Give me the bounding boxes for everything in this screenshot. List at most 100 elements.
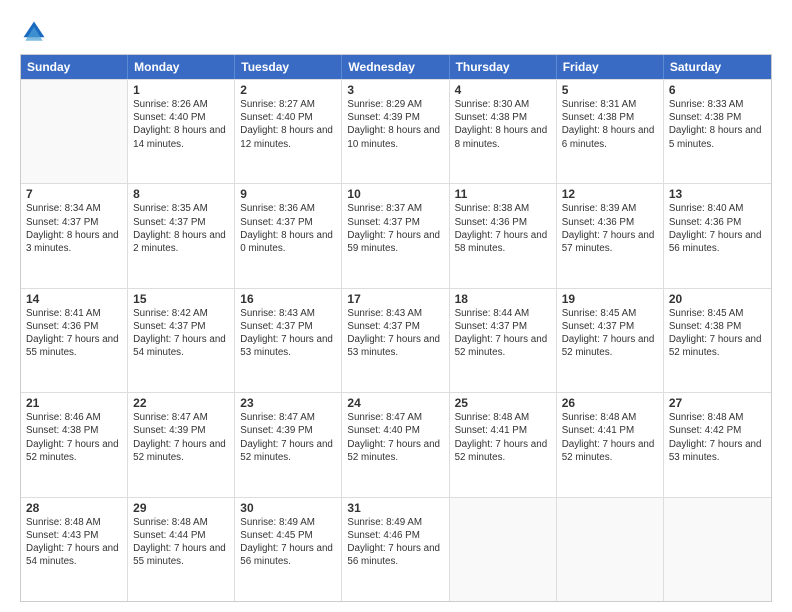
day-number: 16 [240, 292, 336, 306]
day-number: 23 [240, 396, 336, 410]
day-number: 30 [240, 501, 336, 515]
cal-cell: 8Sunrise: 8:35 AM Sunset: 4:37 PM Daylig… [128, 184, 235, 287]
cal-cell: 19Sunrise: 8:45 AM Sunset: 4:37 PM Dayli… [557, 289, 664, 392]
day-number: 13 [669, 187, 766, 201]
cal-cell: 26Sunrise: 8:48 AM Sunset: 4:41 PM Dayli… [557, 393, 664, 496]
cell-details: Sunrise: 8:33 AM Sunset: 4:38 PM Dayligh… [669, 98, 766, 151]
cell-details: Sunrise: 8:48 AM Sunset: 4:42 PM Dayligh… [669, 411, 766, 464]
cal-cell: 4Sunrise: 8:30 AM Sunset: 4:38 PM Daylig… [450, 80, 557, 183]
day-number: 14 [26, 292, 122, 306]
col-header-sunday: Sunday [21, 55, 128, 79]
cal-cell: 22Sunrise: 8:47 AM Sunset: 4:39 PM Dayli… [128, 393, 235, 496]
day-number: 25 [455, 396, 551, 410]
cal-cell: 31Sunrise: 8:49 AM Sunset: 4:46 PM Dayli… [342, 498, 449, 601]
week-row-3: 21Sunrise: 8:46 AM Sunset: 4:38 PM Dayli… [21, 392, 771, 496]
day-number: 21 [26, 396, 122, 410]
cell-details: Sunrise: 8:45 AM Sunset: 4:37 PM Dayligh… [562, 307, 658, 360]
week-row-0: 1Sunrise: 8:26 AM Sunset: 4:40 PM Daylig… [21, 79, 771, 183]
day-number: 12 [562, 187, 658, 201]
cell-details: Sunrise: 8:34 AM Sunset: 4:37 PM Dayligh… [26, 202, 122, 255]
day-number: 31 [347, 501, 443, 515]
cell-details: Sunrise: 8:39 AM Sunset: 4:36 PM Dayligh… [562, 202, 658, 255]
cell-details: Sunrise: 8:48 AM Sunset: 4:44 PM Dayligh… [133, 516, 229, 569]
col-header-thursday: Thursday [450, 55, 557, 79]
cal-cell: 14Sunrise: 8:41 AM Sunset: 4:36 PM Dayli… [21, 289, 128, 392]
day-number: 2 [240, 83, 336, 97]
col-header-saturday: Saturday [664, 55, 771, 79]
cal-cell: 24Sunrise: 8:47 AM Sunset: 4:40 PM Dayli… [342, 393, 449, 496]
day-number: 22 [133, 396, 229, 410]
cell-details: Sunrise: 8:48 AM Sunset: 4:41 PM Dayligh… [562, 411, 658, 464]
cal-cell: 17Sunrise: 8:43 AM Sunset: 4:37 PM Dayli… [342, 289, 449, 392]
page: SundayMondayTuesdayWednesdayThursdayFrid… [0, 0, 792, 612]
day-number: 7 [26, 187, 122, 201]
day-number: 26 [562, 396, 658, 410]
cell-details: Sunrise: 8:31 AM Sunset: 4:38 PM Dayligh… [562, 98, 658, 151]
cal-cell: 3Sunrise: 8:29 AM Sunset: 4:39 PM Daylig… [342, 80, 449, 183]
cell-details: Sunrise: 8:42 AM Sunset: 4:37 PM Dayligh… [133, 307, 229, 360]
cal-cell: 16Sunrise: 8:43 AM Sunset: 4:37 PM Dayli… [235, 289, 342, 392]
calendar-body: 1Sunrise: 8:26 AM Sunset: 4:40 PM Daylig… [21, 79, 771, 601]
day-number: 5 [562, 83, 658, 97]
header [20, 18, 772, 46]
col-header-tuesday: Tuesday [235, 55, 342, 79]
calendar-header-row: SundayMondayTuesdayWednesdayThursdayFrid… [21, 55, 771, 79]
week-row-1: 7Sunrise: 8:34 AM Sunset: 4:37 PM Daylig… [21, 183, 771, 287]
day-number: 3 [347, 83, 443, 97]
cal-cell: 7Sunrise: 8:34 AM Sunset: 4:37 PM Daylig… [21, 184, 128, 287]
logo [20, 18, 52, 46]
day-number: 18 [455, 292, 551, 306]
week-row-2: 14Sunrise: 8:41 AM Sunset: 4:36 PM Dayli… [21, 288, 771, 392]
cal-cell: 20Sunrise: 8:45 AM Sunset: 4:38 PM Dayli… [664, 289, 771, 392]
cell-details: Sunrise: 8:43 AM Sunset: 4:37 PM Dayligh… [347, 307, 443, 360]
cell-details: Sunrise: 8:48 AM Sunset: 4:43 PM Dayligh… [26, 516, 122, 569]
cell-details: Sunrise: 8:47 AM Sunset: 4:39 PM Dayligh… [240, 411, 336, 464]
cell-details: Sunrise: 8:46 AM Sunset: 4:38 PM Dayligh… [26, 411, 122, 464]
day-number: 11 [455, 187, 551, 201]
day-number: 17 [347, 292, 443, 306]
cell-details: Sunrise: 8:48 AM Sunset: 4:41 PM Dayligh… [455, 411, 551, 464]
cal-cell [21, 80, 128, 183]
cell-details: Sunrise: 8:35 AM Sunset: 4:37 PM Dayligh… [133, 202, 229, 255]
day-number: 27 [669, 396, 766, 410]
cell-details: Sunrise: 8:49 AM Sunset: 4:46 PM Dayligh… [347, 516, 443, 569]
cal-cell: 1Sunrise: 8:26 AM Sunset: 4:40 PM Daylig… [128, 80, 235, 183]
day-number: 15 [133, 292, 229, 306]
cell-details: Sunrise: 8:40 AM Sunset: 4:36 PM Dayligh… [669, 202, 766, 255]
day-number: 29 [133, 501, 229, 515]
cell-details: Sunrise: 8:45 AM Sunset: 4:38 PM Dayligh… [669, 307, 766, 360]
cal-cell [664, 498, 771, 601]
cal-cell: 18Sunrise: 8:44 AM Sunset: 4:37 PM Dayli… [450, 289, 557, 392]
cell-details: Sunrise: 8:29 AM Sunset: 4:39 PM Dayligh… [347, 98, 443, 151]
cell-details: Sunrise: 8:41 AM Sunset: 4:36 PM Dayligh… [26, 307, 122, 360]
logo-icon [20, 18, 48, 46]
cal-cell: 11Sunrise: 8:38 AM Sunset: 4:36 PM Dayli… [450, 184, 557, 287]
cal-cell: 5Sunrise: 8:31 AM Sunset: 4:38 PM Daylig… [557, 80, 664, 183]
cal-cell: 12Sunrise: 8:39 AM Sunset: 4:36 PM Dayli… [557, 184, 664, 287]
day-number: 24 [347, 396, 443, 410]
cell-details: Sunrise: 8:47 AM Sunset: 4:39 PM Dayligh… [133, 411, 229, 464]
cal-cell: 23Sunrise: 8:47 AM Sunset: 4:39 PM Dayli… [235, 393, 342, 496]
col-header-wednesday: Wednesday [342, 55, 449, 79]
cell-details: Sunrise: 8:49 AM Sunset: 4:45 PM Dayligh… [240, 516, 336, 569]
cal-cell: 29Sunrise: 8:48 AM Sunset: 4:44 PM Dayli… [128, 498, 235, 601]
day-number: 8 [133, 187, 229, 201]
cell-details: Sunrise: 8:44 AM Sunset: 4:37 PM Dayligh… [455, 307, 551, 360]
day-number: 10 [347, 187, 443, 201]
day-number: 4 [455, 83, 551, 97]
day-number: 9 [240, 187, 336, 201]
calendar: SundayMondayTuesdayWednesdayThursdayFrid… [20, 54, 772, 602]
cal-cell: 2Sunrise: 8:27 AM Sunset: 4:40 PM Daylig… [235, 80, 342, 183]
cell-details: Sunrise: 8:30 AM Sunset: 4:38 PM Dayligh… [455, 98, 551, 151]
cal-cell: 15Sunrise: 8:42 AM Sunset: 4:37 PM Dayli… [128, 289, 235, 392]
cal-cell: 27Sunrise: 8:48 AM Sunset: 4:42 PM Dayli… [664, 393, 771, 496]
cell-details: Sunrise: 8:38 AM Sunset: 4:36 PM Dayligh… [455, 202, 551, 255]
cell-details: Sunrise: 8:37 AM Sunset: 4:37 PM Dayligh… [347, 202, 443, 255]
cal-cell: 25Sunrise: 8:48 AM Sunset: 4:41 PM Dayli… [450, 393, 557, 496]
cell-details: Sunrise: 8:36 AM Sunset: 4:37 PM Dayligh… [240, 202, 336, 255]
cal-cell [557, 498, 664, 601]
cal-cell: 9Sunrise: 8:36 AM Sunset: 4:37 PM Daylig… [235, 184, 342, 287]
week-row-4: 28Sunrise: 8:48 AM Sunset: 4:43 PM Dayli… [21, 497, 771, 601]
col-header-monday: Monday [128, 55, 235, 79]
col-header-friday: Friday [557, 55, 664, 79]
